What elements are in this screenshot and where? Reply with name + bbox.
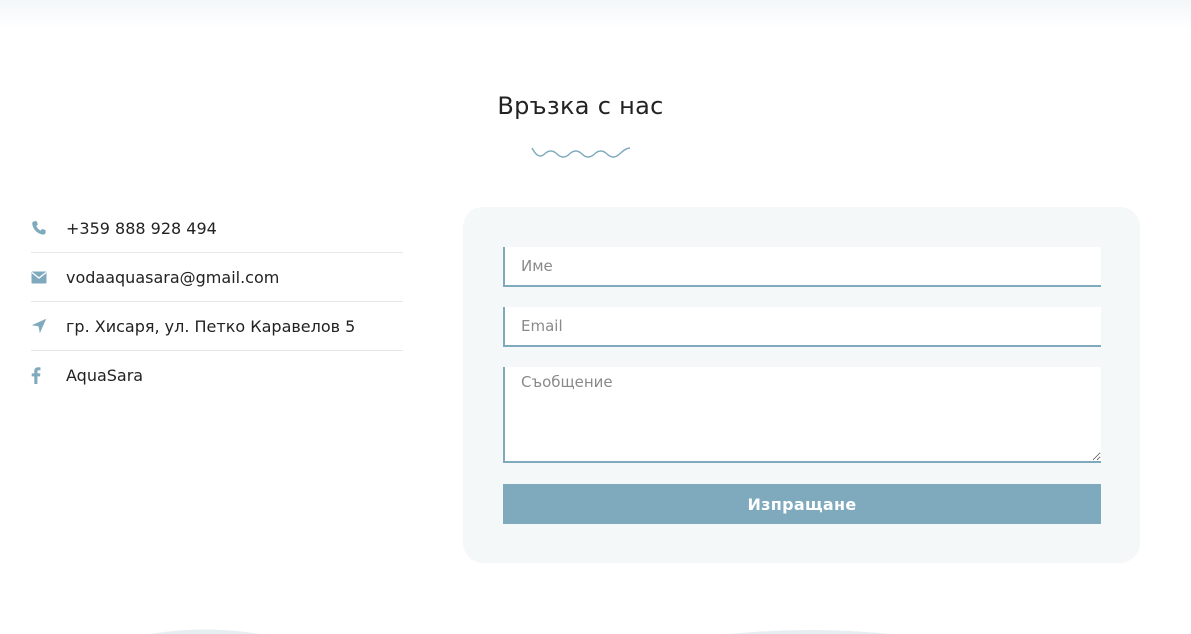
contact-email[interactable]: vodaaquasara@gmail.com (31, 253, 403, 302)
name-input[interactable] (503, 247, 1101, 287)
contact-address-text: гр. Хисаря, ул. Петко Каравелов 5 (66, 316, 356, 336)
wave-divider-icon (531, 147, 631, 158)
submit-button[interactable]: Изпращане (503, 484, 1101, 524)
contact-address[interactable]: гр. Хисаря, ул. Петко Каравелов 5 (31, 302, 403, 351)
contact-info-list: +359 888 928 494 vodaaquasara@gmail.com … (31, 204, 403, 399)
top-section-fade (0, 0, 1191, 30)
message-textarea[interactable] (503, 367, 1101, 463)
contact-phone-text: +359 888 928 494 (66, 218, 217, 238)
facebook-icon (31, 366, 66, 384)
contact-facebook[interactable]: AquaSara (31, 351, 403, 399)
email-input[interactable] (503, 307, 1101, 347)
contact-facebook-text: AquaSara (66, 365, 144, 385)
contact-phone[interactable]: +359 888 928 494 (31, 204, 403, 253)
envelope-icon (31, 271, 66, 284)
contact-email-text: vodaaquasara@gmail.com (66, 267, 280, 287)
bottom-wave-decoration (150, 629, 890, 634)
page-title: Връзка с нас (497, 92, 664, 120)
phone-icon (31, 220, 66, 236)
location-arrow-icon (31, 318, 66, 334)
